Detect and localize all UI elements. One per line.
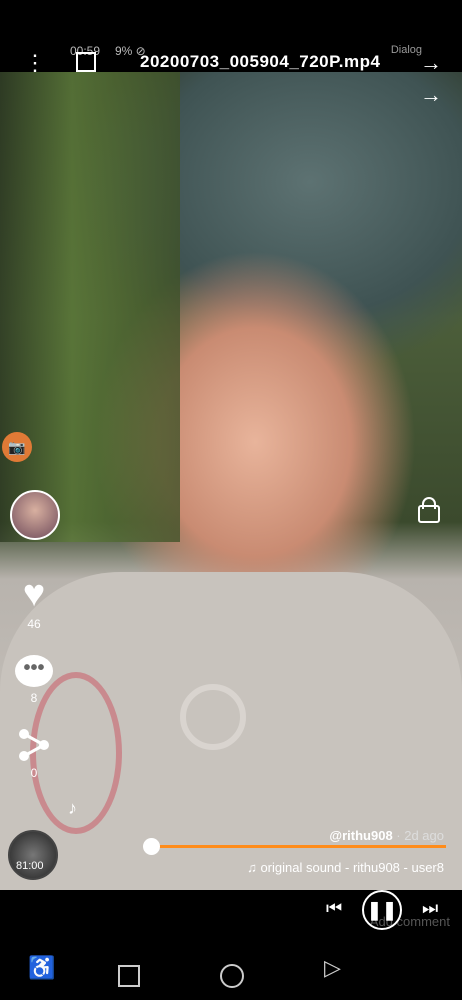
progress-bar[interactable] <box>150 845 446 848</box>
crop-icon[interactable] <box>76 52 96 72</box>
likes-count: 46 <box>27 617 41 631</box>
recents-icon[interactable] <box>118 965 140 987</box>
post-age: · 2d ago <box>392 828 444 843</box>
skip-previous-icon[interactable]: ⏮ <box>326 898 342 919</box>
time-label: 81:00 <box>16 860 44 872</box>
neck-ring <box>180 684 246 750</box>
sound-label[interactable]: ♫ original sound - rithu908 - user8 <box>247 860 444 875</box>
progress-thumb[interactable] <box>143 838 160 855</box>
pause-icon: ❚❚ <box>366 900 398 920</box>
next-arrow-icon[interactable]: → <box>420 82 442 108</box>
pause-button[interactable]: ❚❚ <box>362 890 402 930</box>
share-button[interactable]: 0 <box>14 728 54 780</box>
system-nav-bar: ♿ ▷ <box>0 955 462 995</box>
more-vertical-icon[interactable]: ⋮ <box>24 52 46 74</box>
home-icon[interactable] <box>220 964 244 988</box>
shares-count: 0 <box>30 766 38 780</box>
music-disc[interactable] <box>8 830 58 880</box>
username[interactable]: @rithu908 <box>329 828 392 843</box>
playback-controls: Add comment ⏮ ❚❚ ⏭ <box>0 890 462 942</box>
back-icon[interactable]: ▷ <box>324 955 341 981</box>
camera-icon[interactable]: 📷 <box>2 432 32 462</box>
heart-icon: ♥ <box>22 573 46 615</box>
comments-count: 8 <box>30 691 38 705</box>
comment-button[interactable]: ••• 8 <box>14 655 54 705</box>
file-name: 20200703_005904_720P.mp4 <box>140 52 381 71</box>
comment-icon: ••• <box>15 655 53 687</box>
lock-icon[interactable] <box>418 497 440 523</box>
skip-next-icon[interactable]: ⏭ <box>422 898 438 919</box>
info-panel: 81:00 @rithu908 · 2d ago ♫ original soun… <box>0 820 462 888</box>
like-button[interactable]: ♥ 46 <box>14 575 54 631</box>
accessibility-icon[interactable]: ♿ <box>28 955 55 981</box>
background-foliage <box>0 72 180 542</box>
avatar[interactable] <box>10 490 60 540</box>
share-icon <box>19 729 49 761</box>
user-line: @rithu908 · 2d ago <box>329 828 444 843</box>
video-frame[interactable] <box>0 72 462 890</box>
music-note-icon: ♪ <box>68 798 77 818</box>
